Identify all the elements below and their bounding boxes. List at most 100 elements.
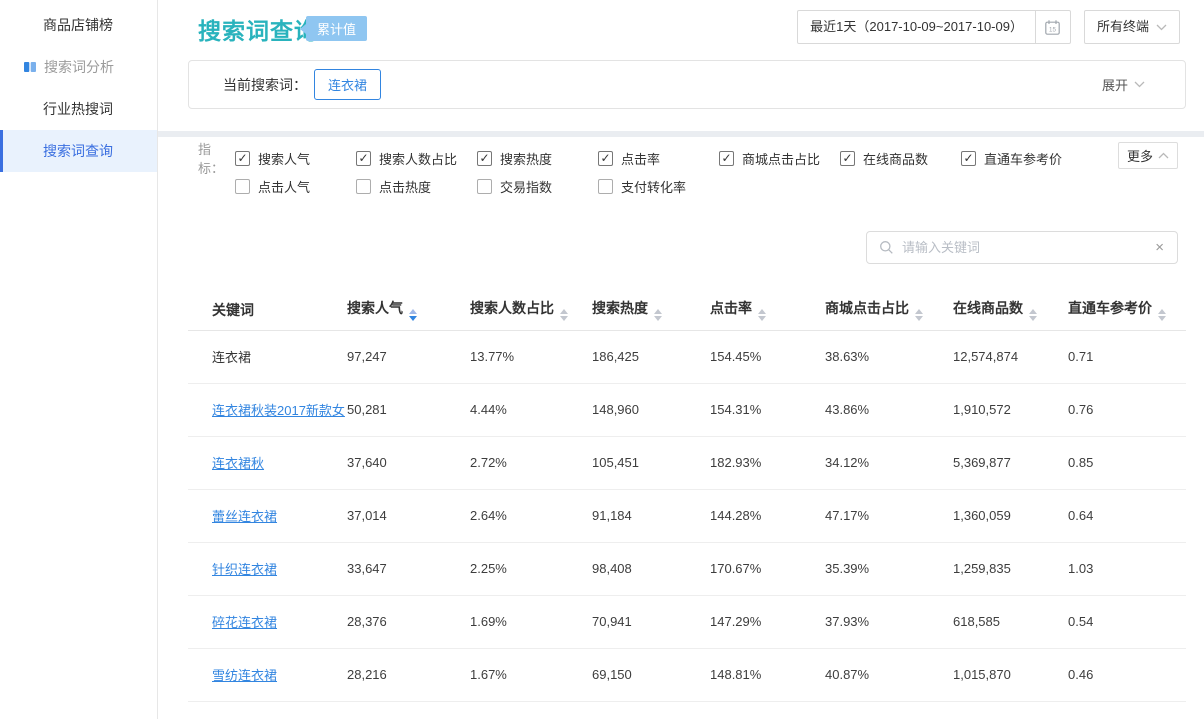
- table-row: 连衣裙秋装2017新款女50,2814.44%148,960154.31%43.…: [188, 383, 1186, 436]
- sidebar-item-search-word-query[interactable]: 搜索词查询: [0, 130, 157, 172]
- keyword-link[interactable]: 蕾丝连衣裙: [212, 509, 277, 524]
- metric-label: 点击热度: [379, 177, 431, 196]
- keyword-text: 连衣裙: [212, 350, 251, 365]
- column-header[interactable]: 点击率: [710, 290, 825, 330]
- sidebar-item-industry-hot-words[interactable]: 行业热搜词: [0, 88, 157, 130]
- checkbox-checked-icon[interactable]: ✓: [477, 151, 492, 166]
- metric-value-cell: 0.54: [1068, 595, 1186, 648]
- date-range-picker[interactable]: 最近1天（2017-10-09~2017-10-09） 15: [797, 10, 1071, 44]
- checkbox-checked-icon[interactable]: ✓: [598, 151, 613, 166]
- metric-checkbox-item[interactable]: ✓ 点击率: [598, 149, 719, 168]
- metrics-row-1: ✓搜索人气✓搜索人数占比✓搜索热度✓点击率✓商城点击占比✓在线商品数✓直通车参考…: [235, 149, 1082, 168]
- metric-checkbox-item[interactable]: ✓在线商品数: [840, 149, 961, 168]
- sort-icon[interactable]: [560, 309, 568, 321]
- column-header[interactable]: 在线商品数: [953, 290, 1068, 330]
- checkbox-checked-icon[interactable]: ✓: [356, 151, 371, 166]
- column-header-label: 搜索热度: [592, 300, 648, 316]
- sort-icon[interactable]: [1029, 309, 1037, 321]
- metric-value-cell: 1,015,870: [953, 648, 1068, 701]
- table-header-row: 关键词搜索人气搜索人数占比搜索热度点击率商城点击占比在线商品数直通车参考价: [188, 290, 1186, 330]
- column-header[interactable]: 搜索人数占比: [470, 290, 592, 330]
- column-header[interactable]: 直通车参考价: [1068, 290, 1186, 330]
- sidebar-item-label: 商品店铺榜: [43, 15, 113, 35]
- terminal-dropdown-value: 所有终端: [1097, 11, 1149, 43]
- keyword-cell: 连衣裙: [188, 330, 347, 383]
- metric-checkbox-item[interactable]: ✓ 直通车参考价: [961, 149, 1082, 168]
- column-header[interactable]: 搜索人气: [347, 290, 470, 330]
- checkbox-unchecked-icon[interactable]: [598, 179, 613, 194]
- header-controls: 最近1天（2017-10-09~2017-10-09） 15 所有终端: [797, 10, 1180, 44]
- metric-value-cell: 91,184: [592, 489, 710, 542]
- keyword-table-wrap: 关键词搜索人气搜索人数占比搜索热度点击率商城点击占比在线商品数直通车参考价 连衣…: [188, 290, 1186, 702]
- metric-checkbox-item[interactable]: 点击热度: [356, 177, 477, 196]
- checkbox-unchecked-icon[interactable]: [477, 179, 492, 194]
- metric-value-cell: 144.28%: [710, 489, 825, 542]
- search-icon: [879, 240, 894, 255]
- metric-checkbox-item[interactable]: ✓商城点击占比: [719, 149, 840, 168]
- metric-checkbox-item[interactable]: 交易指数: [477, 177, 598, 196]
- metric-value-cell: 12,574,874: [953, 330, 1068, 383]
- sidebar: 商品店铺榜 搜索词分析 行业热搜词 搜索词查询: [0, 0, 158, 719]
- column-header[interactable]: 搜索热度: [592, 290, 710, 330]
- keyword-link[interactable]: 连衣裙秋: [212, 456, 264, 471]
- metric-checkbox-item[interactable]: ✓搜索热度: [477, 149, 598, 168]
- metric-label: 点击率: [621, 149, 660, 168]
- sort-icon[interactable]: [758, 309, 766, 321]
- more-button[interactable]: 更多: [1118, 142, 1178, 169]
- checkbox-unchecked-icon[interactable]: [235, 179, 250, 194]
- keyword-cell: 碎花连衣裙: [188, 595, 347, 648]
- keyword-link[interactable]: 碎花连衣裙: [212, 615, 277, 630]
- keyword-link[interactable]: 针织连衣裙: [212, 562, 277, 577]
- checkbox-checked-icon[interactable]: ✓: [840, 151, 855, 166]
- metric-value-cell: 147.29%: [710, 595, 825, 648]
- column-header-label: 直通车参考价: [1068, 300, 1152, 316]
- checkbox-checked-icon[interactable]: ✓: [719, 151, 734, 166]
- column-header[interactable]: 商城点击占比: [825, 290, 953, 330]
- expand-toggle[interactable]: 展开: [1102, 75, 1145, 94]
- metric-value-cell: 50,281: [347, 383, 470, 436]
- metric-value-cell: 0.46: [1068, 648, 1186, 701]
- cumulative-value-badge: 累计值: [306, 16, 367, 41]
- metric-checkbox-item[interactable]: 支付转化率: [598, 177, 719, 196]
- metric-label: 直通车参考价: [984, 149, 1062, 168]
- metric-value-cell: 70,941: [592, 595, 710, 648]
- metric-value-cell: 28,216: [347, 648, 470, 701]
- metric-value-cell: 28,376: [347, 595, 470, 648]
- column-header-label: 搜索人气: [347, 300, 403, 316]
- terminal-dropdown[interactable]: 所有终端: [1084, 10, 1180, 44]
- metric-label: 交易指数: [500, 177, 552, 196]
- metric-value-cell: 154.45%: [710, 330, 825, 383]
- chevron-up-icon: [1158, 152, 1169, 159]
- main-content: 搜索词查询 累计值 最近1天（2017-10-09~2017-10-09） 15…: [158, 0, 1204, 719]
- table-row: 碎花连衣裙28,3761.69%70,941147.29%37.93%618,5…: [188, 595, 1186, 648]
- metric-checkbox-item[interactable]: ✓搜索人数占比: [356, 149, 477, 168]
- keyword-cell: 连衣裙秋: [188, 436, 347, 489]
- checkbox-checked-icon[interactable]: ✓: [961, 151, 976, 166]
- metric-value-cell: 2.72%: [470, 436, 592, 489]
- keyword-link[interactable]: 连衣裙秋装2017新款女: [212, 403, 345, 418]
- current-search-term-chip[interactable]: 连衣裙: [314, 69, 381, 100]
- metric-checkbox-item[interactable]: 点击人气: [235, 177, 356, 196]
- metric-value-cell: 1.67%: [470, 648, 592, 701]
- checkbox-checked-icon[interactable]: ✓: [235, 151, 250, 166]
- sort-icon[interactable]: [654, 309, 662, 321]
- calendar-icon[interactable]: 15: [1035, 11, 1070, 43]
- metrics-label: 指标：: [198, 139, 235, 177]
- keyword-search-input[interactable]: [894, 240, 1155, 255]
- keyword-link[interactable]: 雪纺连衣裙: [212, 668, 277, 683]
- checkbox-unchecked-icon[interactable]: [356, 179, 371, 194]
- metric-value-cell: 97,247: [347, 330, 470, 383]
- metric-value-cell: 33,647: [347, 542, 470, 595]
- sort-icon[interactable]: [1158, 309, 1166, 321]
- sidebar-item-search-word-analysis[interactable]: 搜索词分析: [0, 46, 157, 88]
- sidebar-item-product-shop-rank[interactable]: 商品店铺榜: [0, 4, 157, 46]
- metric-value-cell: 13.77%: [470, 330, 592, 383]
- metric-value-cell: 47.17%: [825, 489, 953, 542]
- sort-icon[interactable]: [915, 309, 923, 321]
- sort-icon[interactable]: [409, 309, 417, 321]
- clear-icon[interactable]: ×: [1155, 240, 1164, 255]
- more-button-label: 更多: [1127, 146, 1153, 165]
- metric-value-cell: 37,014: [347, 489, 470, 542]
- metric-checkbox-item[interactable]: ✓搜索人气: [235, 149, 356, 168]
- metric-value-cell: 170.67%: [710, 542, 825, 595]
